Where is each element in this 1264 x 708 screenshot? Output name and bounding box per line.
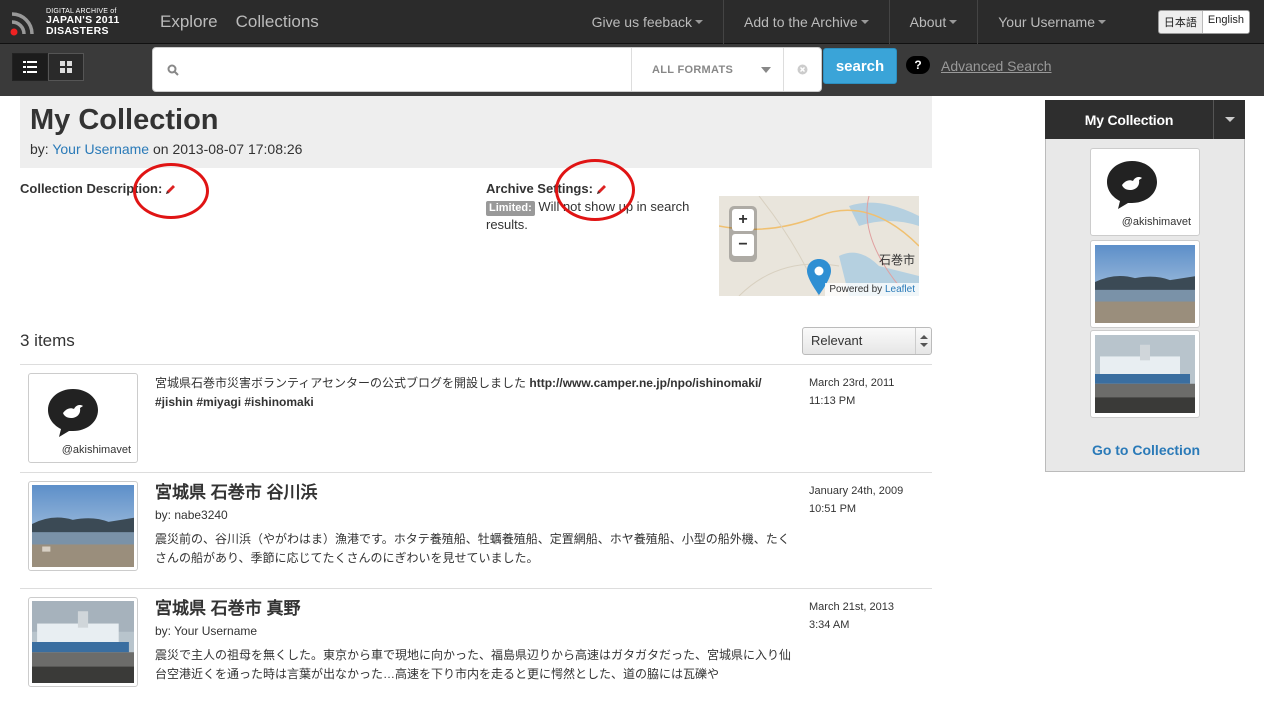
item-text: 震災前の、谷川浜（やがわはま）漁港です。ホタテ養殖船、牡蠣養殖船、定置網船、ホヤ… (155, 532, 790, 565)
grid-view-button[interactable] (48, 53, 84, 81)
annotation-circle (555, 159, 635, 221)
clear-search-button[interactable] (783, 48, 821, 91)
nav-feedback-dropdown[interactable]: Give us feeback (572, 0, 723, 44)
go-to-collection-link[interactable]: Go to Collection (1046, 442, 1246, 458)
item-thumbnail[interactable]: @akishimavet (28, 373, 138, 463)
lang-japanese[interactable]: 日本語 (1159, 11, 1202, 33)
nav-collections[interactable]: Collections (236, 12, 319, 32)
top-navbar: DIGITAL ARCHIVE of JAPAN'S 2011 DISASTER… (0, 0, 1264, 44)
sort-select[interactable]: Relevant (802, 327, 932, 355)
collection-map[interactable]: + − 石巻市 Powered by Leaflet (719, 196, 919, 296)
item-body: 宮城県 石巻市 真野 by: Your Username 震災で主人の祖母を無く… (155, 598, 795, 684)
help-icon[interactable]: ? (906, 56, 930, 74)
items-count: 3 items (20, 331, 75, 350)
item-text: 震災で主人の祖母を無くした。東京から車で現地に向かった、福島県辺りから高速はガタ… (155, 648, 792, 681)
caret-down-icon (761, 67, 771, 73)
sidebar-thumbnail[interactable] (1090, 330, 1200, 418)
tweet-handle: @akishimavet (61, 444, 131, 456)
list-item[interactable]: @akishimavet 宮城県石巻市災害ボランティアセンターの公式ブログを開設… (20, 364, 932, 472)
logo-line-3: DISASTERS (46, 24, 109, 37)
main-nav: Explore Collections (160, 0, 319, 44)
item-title[interactable]: 宮城県 石巻市 谷川浜 (155, 482, 795, 504)
tweet-bird-icon (1107, 161, 1157, 209)
caret-down-icon (949, 20, 958, 24)
list-view-button[interactable] (12, 53, 48, 81)
view-toggle (12, 53, 84, 81)
collection-header: My Collection by: Your Username on 2013-… (20, 96, 932, 168)
caret-down-icon (695, 20, 703, 24)
item-date: March 23rd, 2011 11:13 PM (809, 377, 895, 407)
list-item[interactable]: 宮城県 石巻市 谷川浜 by: nabe3240 震災前の、谷川浜（やがわはま）… (20, 472, 932, 588)
collection-sidebar: My Collection @akishimavet Go to Collect… (1045, 100, 1245, 472)
tweet-bird-icon (48, 389, 98, 437)
collection-byline: by: Your Username on 2013-08-07 17:08:26 (30, 141, 303, 157)
zoom-in-button[interactable]: + (732, 209, 754, 231)
list-item[interactable]: 宮城県 石巻市 真野 by: Your Username 震災で主人の祖母を無く… (20, 588, 932, 708)
sidebar-title: My Collection (1084, 111, 1174, 128)
leaflet-link[interactable]: Leaflet (885, 284, 915, 295)
caret-down-icon (1098, 20, 1106, 24)
format-select[interactable]: ALL FORMATS (631, 48, 781, 91)
language-switcher: 日本語 English (1157, 10, 1250, 34)
lang-english[interactable]: English (1201, 11, 1249, 33)
search-icon (167, 64, 179, 76)
item-text: 宮城県石巻市災害ボランティアセンターの公式ブログを開設しました (155, 376, 530, 390)
stranded-boat-photo (1095, 335, 1195, 413)
item-date: January 24th, 2009 10:51 PM (809, 485, 904, 515)
annotation-circle (133, 163, 209, 219)
map-zoom-control: + − (729, 206, 757, 262)
sidebar-thumbnail[interactable]: @akishimavet (1090, 148, 1200, 236)
map-city-label: 石巻市 (879, 253, 916, 267)
sidebar-thumbnail[interactable] (1090, 240, 1200, 328)
harbor-photo (32, 485, 134, 567)
grid-icon (60, 61, 72, 73)
sidebar-dropdown-button[interactable] (1213, 100, 1245, 139)
site-logo[interactable]: DIGITAL ARCHIVE of JAPAN'S 2011 DISASTER… (10, 6, 130, 38)
search-button[interactable]: search (823, 48, 897, 84)
author-link[interactable]: Your Username (52, 141, 149, 157)
nav-user-dropdown[interactable]: Your Username (977, 0, 1126, 44)
clear-icon (797, 64, 808, 75)
caret-down-icon (1224, 117, 1235, 122)
limited-badge: Limited: (486, 201, 535, 216)
item-title[interactable]: 宮城県 石巻市 真野 (155, 598, 795, 620)
item-author: by: Your Username (155, 624, 258, 638)
caret-down-icon (860, 20, 869, 24)
tweet-handle: @akishimavet (1121, 216, 1191, 228)
item-body: 宮城県石巻市災害ボランティアセンターの公式ブログを開設しました http://w… (155, 374, 795, 412)
nav-add-dropdown[interactable]: Add to the Archive (723, 0, 889, 44)
map-attribution: Powered by Leaflet (825, 283, 919, 296)
stranded-boat-photo (32, 601, 134, 683)
logo-line-2: JAPAN'S 2011 (46, 14, 120, 26)
item-thumbnail[interactable] (28, 597, 138, 687)
item-author: by: nabe3240 (155, 508, 228, 522)
item-body: 宮城県 石巻市 谷川浜 by: nabe3240 震災前の、谷川浜（やがわはま）… (155, 482, 795, 568)
search-box: ALL FORMATS (152, 47, 822, 92)
item-date: March 21st, 2013 3:34 AM (809, 601, 894, 631)
secondary-nav: Give us feeback Add to the Archive About… (572, 0, 1126, 44)
collection-items-list: @akishimavet 宮城県石巻市災害ボランティアセンターの公式ブログを開設… (20, 364, 932, 708)
harbor-photo (1095, 245, 1195, 323)
nav-explore[interactable]: Explore (160, 12, 218, 32)
item-thumbnail[interactable] (28, 481, 138, 571)
sidebar-header: My Collection (1045, 100, 1245, 139)
advanced-search-link[interactable]: Advanced Search (941, 58, 1052, 74)
select-arrows-icon (915, 328, 931, 354)
nav-about-dropdown[interactable]: About (888, 0, 978, 44)
broadcast-logo-icon (10, 12, 34, 36)
zoom-out-button[interactable]: − (732, 234, 754, 256)
search-input[interactable] (187, 56, 627, 84)
list-icon (23, 61, 37, 73)
page-title: My Collection (30, 104, 219, 136)
